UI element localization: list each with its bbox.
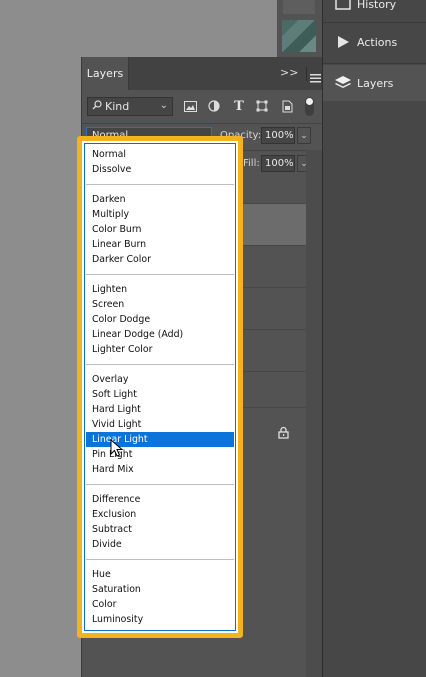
smart-object-filter-icon[interactable]: [279, 97, 295, 115]
filter-toggle-switch[interactable]: [305, 97, 314, 116]
dock-item-layers[interactable]: Layers: [323, 65, 426, 101]
history-snapshot-thumbnail[interactable]: [282, 20, 316, 52]
kind-label: Kind: [105, 100, 130, 113]
blend-mode-option[interactable]: Soft Light: [86, 387, 234, 402]
blend-mode-option[interactable]: Linear Dodge (Add): [86, 327, 234, 342]
shape-layer-filter-icon[interactable]: [254, 97, 270, 115]
opacity-input[interactable]: 100%: [261, 127, 295, 144]
play-icon: [329, 35, 357, 49]
blend-mode-option[interactable]: Screen: [86, 297, 234, 312]
menu-separator: [86, 364, 234, 365]
menu-separator: [86, 184, 234, 185]
menu-separator: [86, 484, 234, 485]
navigator-thumb[interactable]: [283, 0, 315, 14]
blend-mode-option[interactable]: Difference: [86, 492, 234, 507]
blend-mode-option[interactable]: Divide: [86, 537, 234, 552]
pixel-layer-filter-icon[interactable]: [182, 97, 198, 115]
tab-label: Layers: [86, 67, 124, 80]
chevron-down-icon: ⌄: [159, 100, 168, 111]
type-layer-filter-icon[interactable]: T: [231, 97, 247, 115]
tab-layers[interactable]: Layers: [82, 57, 129, 90]
toggle-knob: [306, 98, 313, 105]
opacity-chevron-down-icon[interactable]: ⌄: [297, 127, 311, 144]
fill-label: Fill:: [243, 158, 260, 169]
panel-header: Layers >>: [82, 57, 322, 90]
dock-divider: [323, 22, 426, 23]
history-icon: [329, 0, 357, 11]
blend-mode-option[interactable]: Lighten: [86, 282, 234, 297]
dock-item-actions[interactable]: Actions: [323, 24, 426, 60]
fill-value: 100%: [265, 158, 294, 169]
header-divider: [306, 67, 307, 81]
opacity-value: 100%: [265, 130, 294, 141]
layer-filter-kind-select[interactable]: Kind ⌄: [87, 97, 173, 116]
dock-item-label: Layers: [357, 76, 394, 90]
layers-icon: [329, 75, 357, 91]
menu-separator: [86, 559, 234, 560]
blend-mode-option[interactable]: Pin Light: [86, 447, 234, 462]
blend-mode-option[interactable]: Color Burn: [86, 222, 234, 237]
blend-mode-option[interactable]: Lighter Color: [86, 342, 234, 357]
dock-item-label: History: [357, 0, 397, 11]
blend-mode-option[interactable]: Hard Mix: [86, 462, 234, 477]
layers-scrollbar[interactable]: [306, 150, 322, 677]
blend-mode-dropdown-highlight: Normal Dissolve Darken Multiply Color Burn Li…: [77, 136, 243, 638]
collapse-panel-icon[interactable]: >>: [280, 66, 298, 79]
dock-panel-list: History Actions Layers: [322, 0, 426, 677]
blend-mode-option[interactable]: Darken: [86, 192, 234, 207]
blend-mode-option[interactable]: Exclusion: [86, 507, 234, 522]
blend-mode-option[interactable]: Subtract: [86, 522, 234, 537]
menu-separator: [86, 274, 234, 275]
blend-mode-option[interactable]: Hard Light: [86, 402, 234, 417]
dock-item-history[interactable]: History: [323, 0, 426, 22]
blend-mode-menu: Normal Dissolve Darken Multiply Color Burn Li…: [84, 143, 236, 631]
blend-mode-option[interactable]: Dissolve: [86, 162, 234, 177]
adjustment-layer-filter-icon[interactable]: [206, 97, 222, 115]
panel-menu-icon[interactable]: [310, 68, 321, 87]
blend-mode-option[interactable]: Color Dodge: [86, 312, 234, 327]
blend-mode-option[interactable]: Vivid Light: [86, 417, 234, 432]
lock-icon[interactable]: [278, 424, 289, 443]
blend-mode-option[interactable]: Linear Light: [86, 432, 234, 447]
dock-divider: [323, 63, 426, 64]
blend-mode-option[interactable]: Color: [86, 597, 234, 612]
search-icon: [92, 100, 102, 113]
blend-mode-option[interactable]: Saturation: [86, 582, 234, 597]
fill-input[interactable]: 100%: [261, 155, 295, 172]
blend-mode-option[interactable]: Multiply: [86, 207, 234, 222]
mouse-cursor-icon: [110, 439, 124, 457]
blend-mode-option[interactable]: Hue: [86, 567, 234, 582]
blend-mode-option[interactable]: Darker Color: [86, 252, 234, 267]
blend-mode-option[interactable]: Overlay: [86, 372, 234, 387]
blend-mode-option[interactable]: Normal: [86, 147, 234, 162]
blend-mode-option[interactable]: Luminosity: [86, 612, 234, 627]
dock-item-label: Actions: [357, 35, 398, 49]
blend-mode-option[interactable]: Linear Burn: [86, 237, 234, 252]
